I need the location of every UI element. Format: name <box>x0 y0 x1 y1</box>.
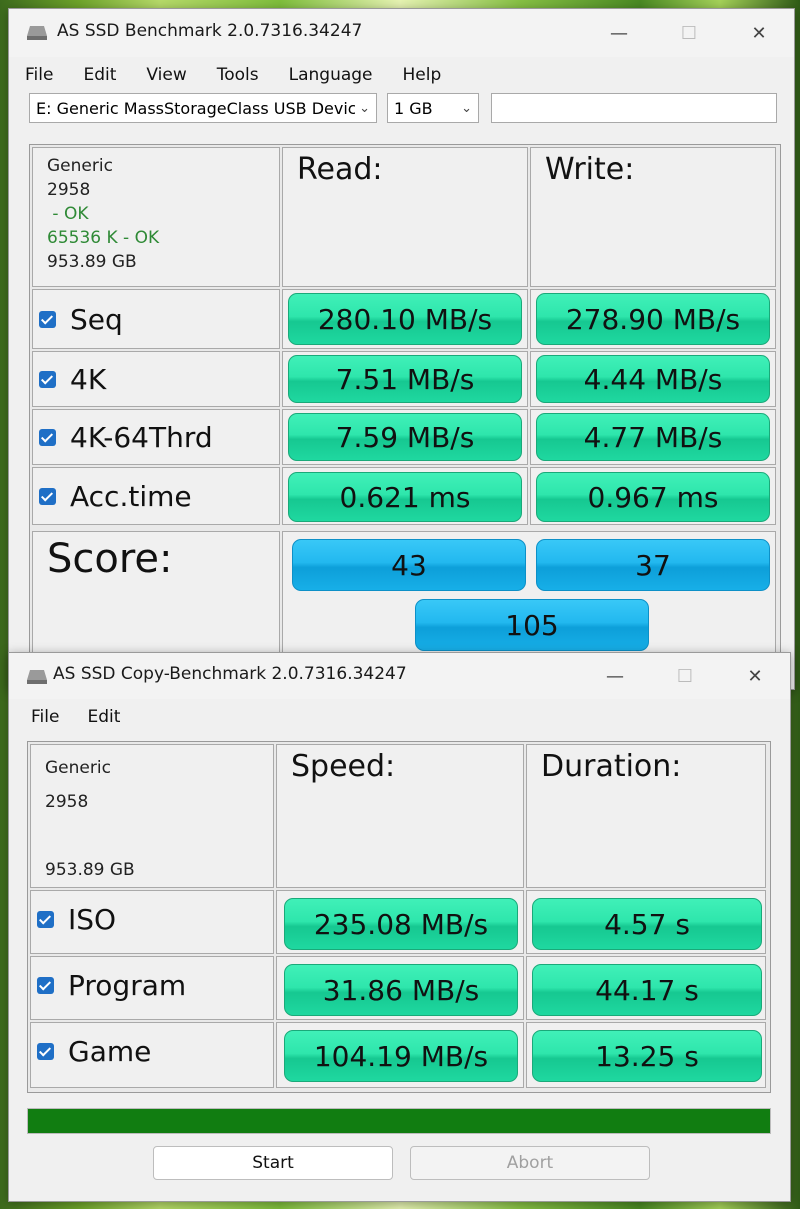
toolbar: E: Generic MassStorageClass USB Device ⌄… <box>9 93 794 135</box>
score-total: 105 <box>415 599 649 651</box>
progress-fill <box>28 1109 770 1133</box>
4k-checkbox[interactable] <box>39 370 56 388</box>
acctime-checkbox[interactable] <box>39 487 56 505</box>
close-button[interactable]: ✕ <box>720 653 790 699</box>
title-bar[interactable]: AS SSD Benchmark 2.0.7316.34247 — ☐ ✕ <box>9 9 794 57</box>
drive-capacity: 953.89 GB <box>45 860 135 880</box>
title-bar[interactable]: AS SSD Copy-Benchmark 2.0.7316.34247 — ☐… <box>9 653 790 699</box>
alignment-status: 65536 K - OK <box>47 228 160 248</box>
speed-label: Speed: <box>291 749 396 784</box>
program-label: Program <box>68 969 187 1002</box>
drive-capacity: 953.89 GB <box>47 252 137 272</box>
4k-read-value: 7.51 MB/s <box>288 355 522 403</box>
size-select[interactable]: 1 GB ⌄ <box>387 93 479 123</box>
status-field <box>491 93 777 123</box>
score-label: Score: <box>47 536 173 582</box>
iso-speed-value: 235.08 MB/s <box>284 898 518 950</box>
read-header: Read: <box>282 147 528 287</box>
results-grid: Generic 2958 - OK 65536 K - OK 953.89 GB… <box>29 144 781 691</box>
program-checkbox[interactable] <box>37 977 54 994</box>
menu-edit[interactable]: Edit <box>87 707 120 727</box>
copy-results-grid: Generic 2958 953.89 GB Speed: Duration: … <box>27 741 771 1093</box>
size-select-value: 1 GB <box>394 99 433 118</box>
window-title: AS SSD Copy-Benchmark 2.0.7316.34247 <box>53 664 407 684</box>
drive-select-value: E: Generic MassStorageClass USB Device <box>36 99 367 118</box>
read-label: Read: <box>297 152 383 187</box>
menu-edit[interactable]: Edit <box>83 65 116 85</box>
row-game-label: Game <box>30 1022 274 1088</box>
iso-duration-value: 4.57 s <box>532 898 762 950</box>
4k-write-value: 4.44 MB/s <box>536 355 770 403</box>
acc-read-value: 0.621 ms <box>288 472 522 522</box>
drive-select[interactable]: E: Generic MassStorageClass USB Device ⌄ <box>29 93 377 123</box>
row-4k64-label: 4K-64Thrd <box>32 409 280 465</box>
seq-label: Seq <box>70 302 123 336</box>
maximize-button[interactable]: ☐ <box>650 653 720 699</box>
maximize-button[interactable]: ☐ <box>654 9 724 57</box>
menu-bar: File Edit View Tools Language Help <box>9 57 794 93</box>
write-label: Write: <box>545 152 635 187</box>
4k64-label: 4K-64Thrd <box>70 420 213 454</box>
close-button[interactable]: ✕ <box>724 9 794 57</box>
4k64-checkbox[interactable] <box>39 428 56 446</box>
drive-model: Generic <box>47 156 113 176</box>
menu-view[interactable]: View <box>146 65 186 85</box>
duration-header: Duration: <box>526 744 766 888</box>
game-duration-value: 13.25 s <box>532 1030 762 1082</box>
chevron-down-icon: ⌄ <box>461 101 472 116</box>
4k-label: 4K <box>70 362 107 396</box>
menu-tools[interactable]: Tools <box>217 65 259 85</box>
row-acc-label: Acc.time <box>32 467 280 525</box>
row-4k-label: 4K <box>32 351 280 407</box>
menu-help[interactable]: Help <box>403 65 442 85</box>
seq-read-value: 280.10 MB/s <box>288 293 522 345</box>
row-seq-label: Seq <box>32 289 280 349</box>
speed-header: Speed: <box>276 744 524 888</box>
row-program-label: Program <box>30 956 274 1020</box>
menu-bar: File Edit <box>9 699 790 735</box>
duration-label: Duration: <box>541 749 682 784</box>
score-read: 43 <box>292 539 526 591</box>
game-label: Game <box>68 1035 152 1068</box>
acc-write-value: 0.967 ms <box>536 472 770 522</box>
drive-icon <box>27 670 47 684</box>
window-title: AS SSD Benchmark 2.0.7316.34247 <box>57 21 363 41</box>
menu-file[interactable]: File <box>31 707 59 727</box>
benchmark-window: AS SSD Benchmark 2.0.7316.34247 — ☐ ✕ Fi… <box>8 8 795 691</box>
minimize-button[interactable]: — <box>580 653 650 699</box>
drive-firmware: 2958 <box>47 180 91 200</box>
menu-language[interactable]: Language <box>289 65 373 85</box>
abort-button[interactable]: Abort <box>410 1146 650 1180</box>
driver-status: - OK <box>47 204 89 224</box>
menu-file[interactable]: File <box>25 65 53 85</box>
drive-model: Generic <box>45 758 111 778</box>
row-iso-label: ISO <box>30 890 274 954</box>
drive-icon <box>27 26 47 40</box>
4k64-read-value: 7.59 MB/s <box>288 413 522 461</box>
iso-checkbox[interactable] <box>37 911 54 928</box>
score-write: 37 <box>536 539 770 591</box>
program-speed-value: 31.86 MB/s <box>284 964 518 1016</box>
seq-checkbox[interactable] <box>39 310 56 328</box>
seq-write-value: 278.90 MB/s <box>536 293 770 345</box>
write-header: Write: <box>530 147 776 287</box>
game-checkbox[interactable] <box>37 1043 54 1060</box>
4k64-write-value: 4.77 MB/s <box>536 413 770 461</box>
progress-bar <box>27 1108 771 1134</box>
start-button[interactable]: Start <box>153 1146 393 1180</box>
copy-benchmark-window: AS SSD Copy-Benchmark 2.0.7316.34247 — ☐… <box>8 652 791 1202</box>
drive-info-panel: Generic 2958 953.89 GB <box>30 744 274 888</box>
iso-label: ISO <box>68 903 117 936</box>
minimize-button[interactable]: — <box>584 9 654 57</box>
chevron-down-icon: ⌄ <box>355 94 370 122</box>
drive-info-panel: Generic 2958 - OK 65536 K - OK 953.89 GB <box>32 147 280 287</box>
program-duration-value: 44.17 s <box>532 964 762 1016</box>
drive-firmware: 2958 <box>45 792 89 812</box>
game-speed-value: 104.19 MB/s <box>284 1030 518 1082</box>
acctime-label: Acc.time <box>70 479 192 513</box>
